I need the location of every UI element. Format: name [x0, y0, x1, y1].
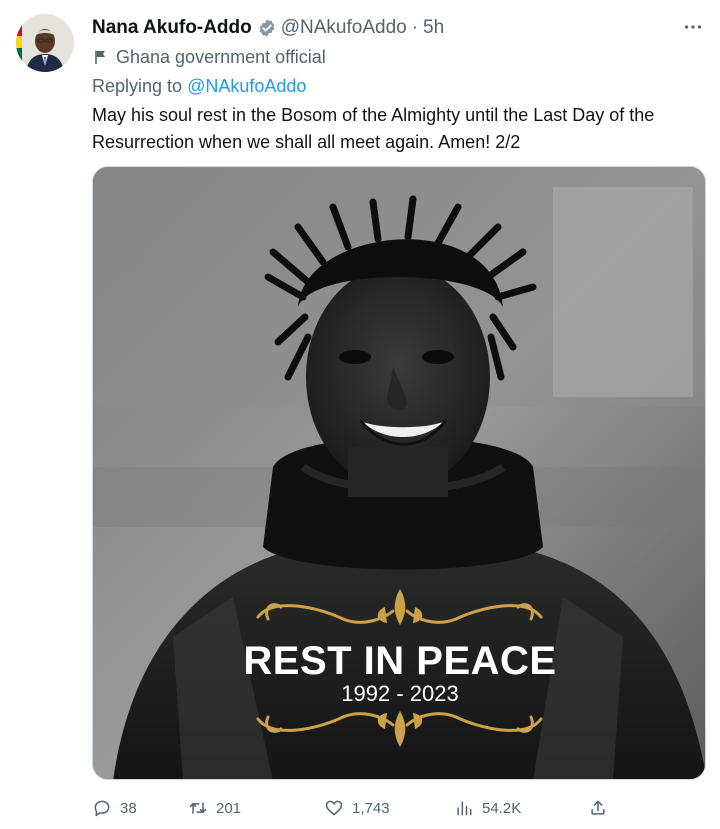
retweet-icon [189, 802, 207, 814]
replying-to: Replying to @NAkufoAddo [92, 76, 306, 97]
views-button[interactable]: 54.2K [454, 794, 521, 822]
rest-in-peace-headline: REST IN PEACE [243, 639, 556, 683]
flag-icon [92, 48, 110, 66]
reply-count: 38 [120, 799, 137, 817]
timestamp[interactable]: 5h [423, 17, 444, 39]
separator-dot: · [411, 17, 419, 38]
verified-badge-icon [257, 18, 277, 38]
author-handle[interactable]: @NAkufoAddo [281, 17, 407, 39]
affiliation-label: Ghana government official [92, 45, 326, 69]
replying-to-mention[interactable]: @NAkufoAddo [187, 76, 306, 96]
memorial-years: 1992 - 2023 [341, 681, 458, 706]
views-count: 54.2K [482, 799, 522, 817]
share-icon [591, 800, 605, 815]
retweet-button[interactable]: 201 [188, 794, 241, 822]
replying-to-label: Replying to [92, 76, 183, 96]
share-button[interactable] [588, 794, 616, 822]
analytics-icon [457, 801, 472, 816]
affiliation-text: Ghana government official [116, 46, 326, 67]
tweet: Nana Akufo-Addo @NAkufoAddo · 5h Ghana g… [0, 0, 720, 829]
like-button[interactable]: 1,743 [324, 794, 390, 822]
retweet-count: 201 [216, 799, 242, 817]
avatar[interactable] [16, 14, 74, 72]
reply-icon [94, 800, 110, 817]
reply-button[interactable]: 38 [92, 794, 137, 822]
heart-icon [325, 800, 343, 816]
author-name[interactable]: Nana Akufo-Addo [92, 17, 252, 39]
tweet-header: Nana Akufo-Addo @NAkufoAddo · 5h [92, 14, 444, 42]
tweet-image[interactable]: REST IN PEACE 1992 - 2023 [92, 166, 706, 780]
tweet-text: May his soul rest in the Bosom of the Al… [92, 105, 655, 152]
tweet-actions: 38 201 1,743 54.2K [92, 794, 704, 822]
like-count: 1,743 [352, 799, 390, 817]
more-options-icon[interactable] [680, 14, 706, 40]
